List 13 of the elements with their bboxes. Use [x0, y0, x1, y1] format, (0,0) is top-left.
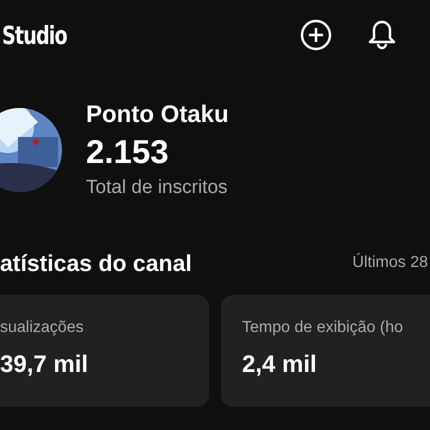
stat-label: sualizações: [0, 319, 85, 337]
stat-value: 39,7 mil: [0, 351, 90, 379]
stat-label: Tempo de exibição (ho: [242, 319, 404, 337]
subscriber-label: Total de inscritos: [86, 177, 229, 199]
stat-card[interactable]: Tempo de exibição (ho 2,4 mil: [221, 295, 430, 407]
add-icon[interactable]: [298, 17, 334, 53]
section-title: atísticas do canal: [0, 250, 192, 276]
subscriber-count: 2.153: [86, 133, 170, 171]
channel-name: Ponto Otaku: [86, 101, 229, 129]
stat-card[interactable]: sualizações 39,7 mil: [0, 295, 209, 407]
app-title: Studio: [2, 20, 68, 50]
period-label: Últimos 28: [352, 254, 428, 272]
stat-value: 2,4 mil: [242, 351, 318, 379]
